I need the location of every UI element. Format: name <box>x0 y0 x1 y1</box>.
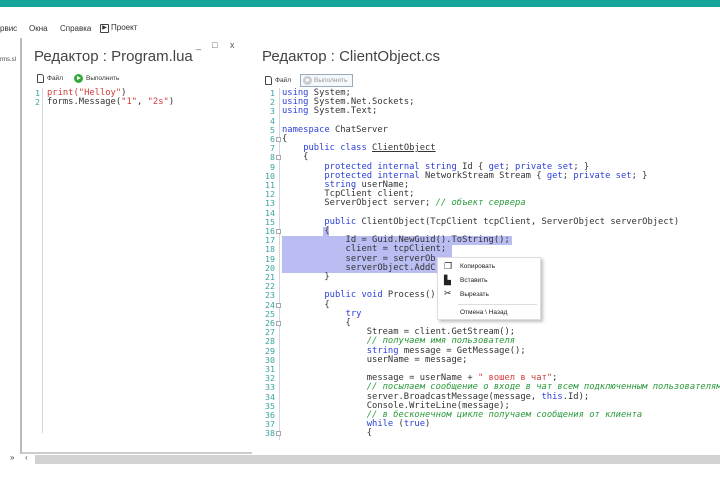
context-separator <box>458 304 537 305</box>
code-line[interactable]: namespace ChatServer <box>282 124 388 135</box>
code-token: // объект сервера <box>435 198 526 209</box>
code-token: "2s" <box>147 97 169 108</box>
code-token: namespace <box>282 124 330 135</box>
code-token: "1" <box>121 97 138 108</box>
code-token: { <box>282 428 373 439</box>
run-icon <box>302 76 312 85</box>
code-token: get <box>546 170 563 181</box>
code-token: NetworkStream Stream { <box>419 170 547 181</box>
run-icon <box>73 74 83 83</box>
file-icon <box>265 76 272 85</box>
code-token: ) <box>168 97 175 108</box>
code-line[interactable]: public ClientObject(TcpClient tcpClient,… <box>282 216 680 227</box>
context-copy[interactable]: Копировать <box>460 263 495 270</box>
code-token: true <box>403 419 426 430</box>
context-cut[interactable]: Вырезать <box>460 291 489 298</box>
right-file-button[interactable]: Файл <box>275 77 291 84</box>
code-token: } <box>282 272 330 282</box>
code-token: this <box>541 391 563 402</box>
menu-service[interactable]: рвис <box>0 24 17 33</box>
fold-toggle-icon[interactable] <box>276 137 281 142</box>
code-line[interactable]: forms.Message("1", "2s") <box>47 98 174 107</box>
line-number: 2 <box>35 97 40 108</box>
run-label: Выполнить <box>313 77 348 84</box>
horizontal-scrollbar[interactable] <box>35 455 720 464</box>
code-line[interactable]: userName = message; <box>282 354 468 365</box>
code-token: ) <box>425 419 431 430</box>
code-token: ; <box>562 170 574 181</box>
code-token: , <box>137 97 148 108</box>
context-menu: ❐ Копировать ▙ Вставить ✂ Вырезать Отмен… <box>437 257 541 320</box>
right-editor-title: Редактор : ClientObject.cs <box>262 48 440 65</box>
context-undo[interactable]: Отмена \ Назад <box>460 309 507 316</box>
fold-toggle-icon[interactable] <box>276 302 281 308</box>
fold-toggle-icon[interactable] <box>276 155 281 161</box>
left-editor-title: Редактор : Program.lua <box>34 48 193 65</box>
project-icon: ▶ <box>100 23 109 33</box>
left-run-button[interactable]: Выполнить <box>86 75 119 82</box>
code-token: using <box>282 106 309 117</box>
left-gutter <box>42 88 43 433</box>
code-token: ServerObject server; <box>282 198 436 209</box>
code-token: ClientObject <box>372 143 436 154</box>
code-token: public class <box>303 143 367 154</box>
code-line[interactable]: { <box>282 429 372 438</box>
cut-icon: ✂ <box>444 288 452 298</box>
paste-icon: ▙ <box>444 275 451 285</box>
right-run-button[interactable]: Выполнить <box>299 74 354 87</box>
maximize-button[interactable]: □ <box>212 40 217 50</box>
code-token: ; } <box>631 170 648 181</box>
menu-windows[interactable]: Окна <box>29 24 48 33</box>
file-icon <box>37 74 44 83</box>
code-token: userName = message; <box>282 354 468 365</box>
menu-project-label: Проект <box>111 23 138 33</box>
code-token: private set <box>573 170 632 181</box>
line-number: 38 <box>265 428 275 439</box>
code-token: .Id); <box>562 391 590 402</box>
code-line[interactable]: ServerObject server; // объект сервера <box>282 198 526 209</box>
copy-icon: ❐ <box>444 261 453 271</box>
fold-toggle-icon[interactable] <box>276 229 281 234</box>
code-token: Process() <box>382 290 436 301</box>
code-token: System.Text; <box>308 106 378 117</box>
code-token: public void <box>324 290 383 301</box>
expand-panel-icon[interactable]: » <box>10 453 14 462</box>
code-token: ChatServer <box>329 124 388 135</box>
close-button[interactable]: x <box>230 40 235 50</box>
code-token: ( <box>393 419 404 430</box>
minimize-button[interactable]: _ <box>196 40 201 50</box>
left-file-button[interactable]: Файл <box>47 75 63 82</box>
menu-help[interactable]: Справка <box>60 24 91 33</box>
fold-toggle-icon[interactable] <box>276 321 281 326</box>
sidebar-file-item[interactable]: rms.sl <box>0 57 16 63</box>
code-line[interactable]: using System.Text; <box>282 107 377 116</box>
code-token: forms.Message( <box>47 97 122 108</box>
fold-toggle-icon[interactable] <box>276 431 281 437</box>
title-bar-accent <box>0 0 720 7</box>
scroll-left-icon[interactable]: ‹ <box>25 453 28 462</box>
menu-project[interactable]: ▶ Проект <box>100 23 138 33</box>
code-line[interactable]: } <box>282 272 330 282</box>
code-token: ClientObject(TcpClient tcpClient, Server… <box>356 216 680 227</box>
context-paste[interactable]: Вставить <box>460 277 488 284</box>
